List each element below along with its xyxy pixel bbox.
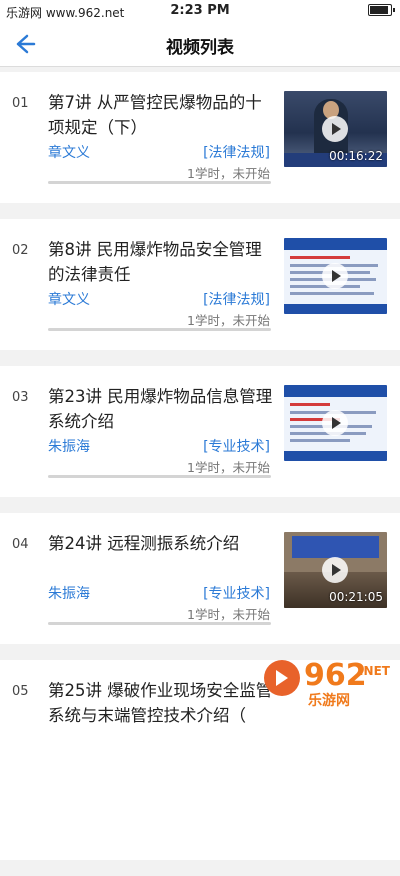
page-title: 视频列表 xyxy=(166,38,234,58)
video-title: 第25讲 爆破作业现场安全监管系统与末端管控技术介绍（ xyxy=(48,681,273,725)
item-index: 04 xyxy=(12,537,29,552)
video-list: 01 第7讲 从严管控民爆物品的十项规定（下） 章文义 [法律法规] 1学时，未… xyxy=(0,72,400,876)
play-icon[interactable] xyxy=(322,557,348,583)
item-index: 05 xyxy=(12,684,29,699)
watermark-site: 乐游网 xyxy=(308,693,350,709)
video-author[interactable]: 朱振海 xyxy=(48,436,90,456)
battery-icon xyxy=(368,4,395,16)
item-index: 03 xyxy=(12,390,29,405)
video-title: 第7讲 从严管控民爆物品的十项规定（下） xyxy=(48,93,262,137)
video-title: 第8讲 民用爆炸物品安全管理的法律责任 xyxy=(48,240,262,284)
video-list-item[interactable]: 01 第7讲 从严管控民爆物品的十项规定（下） 章文义 [法律法规] 1学时，未… xyxy=(0,72,400,203)
video-list-item[interactable]: 03 第23讲 民用爆炸物品信息管理系统介绍 朱振海 [专业技术] 1学时，未开… xyxy=(0,366,400,497)
item-index: 01 xyxy=(12,96,29,111)
video-category-tag: [法律法规] xyxy=(203,145,270,161)
progress-bar xyxy=(48,622,271,625)
play-icon[interactable] xyxy=(322,263,348,289)
video-author[interactable]: 章文义 xyxy=(48,142,90,162)
video-category-tag: [法律法规] xyxy=(203,292,270,308)
video-author[interactable]: 章文义 xyxy=(48,289,90,309)
watermark-number: 962 xyxy=(304,658,367,693)
status-time: 2:23 PM xyxy=(170,3,230,18)
progress-bar xyxy=(48,181,271,184)
video-duration: 00:21:05 xyxy=(329,590,383,604)
video-title: 第24讲 远程测振系统介绍 xyxy=(48,534,240,553)
video-thumbnail[interactable] xyxy=(284,238,387,314)
video-status: 1学时，未开始 xyxy=(187,460,270,475)
site-watermark-logo: 962 .NET 乐游网 xyxy=(264,658,394,709)
status-right xyxy=(368,4,395,16)
video-thumbnail[interactable]: 00:21:05 xyxy=(284,532,387,608)
nav-bar: 视频列表 xyxy=(0,22,400,67)
video-status: 1学时，未开始 xyxy=(187,166,270,181)
video-status: 1学时，未开始 xyxy=(187,607,270,622)
video-thumbnail[interactable] xyxy=(284,385,387,461)
video-list-item[interactable]: 02 第8讲 民用爆炸物品安全管理的法律责任 章文义 [法律法规] 1学时，未开… xyxy=(0,219,400,350)
play-icon[interactable] xyxy=(322,410,348,436)
item-index: 02 xyxy=(12,243,29,258)
video-list-item[interactable]: 04 第24讲 远程测振系统介绍 朱振海 [专业技术] 1学时，未开始 00:2… xyxy=(0,513,400,644)
video-category-tag: [专业技术] xyxy=(203,439,270,455)
progress-bar xyxy=(48,475,271,478)
watermark-suffix: .NET xyxy=(359,664,390,678)
status-bar: 乐游网 www.962.net 2:23 PM xyxy=(0,0,400,22)
video-author[interactable]: 朱振海 xyxy=(48,583,90,603)
video-title: 第23讲 民用爆炸物品信息管理系统介绍 xyxy=(48,387,273,431)
video-status: 1学时，未开始 xyxy=(187,313,270,328)
video-thumbnail[interactable]: 00:16:22 xyxy=(284,91,387,167)
play-circle-icon xyxy=(264,660,300,696)
progress-bar xyxy=(48,328,271,331)
video-category-tag: [专业技术] xyxy=(203,586,270,602)
play-icon[interactable] xyxy=(322,116,348,142)
video-duration: 00:16:22 xyxy=(329,149,383,163)
